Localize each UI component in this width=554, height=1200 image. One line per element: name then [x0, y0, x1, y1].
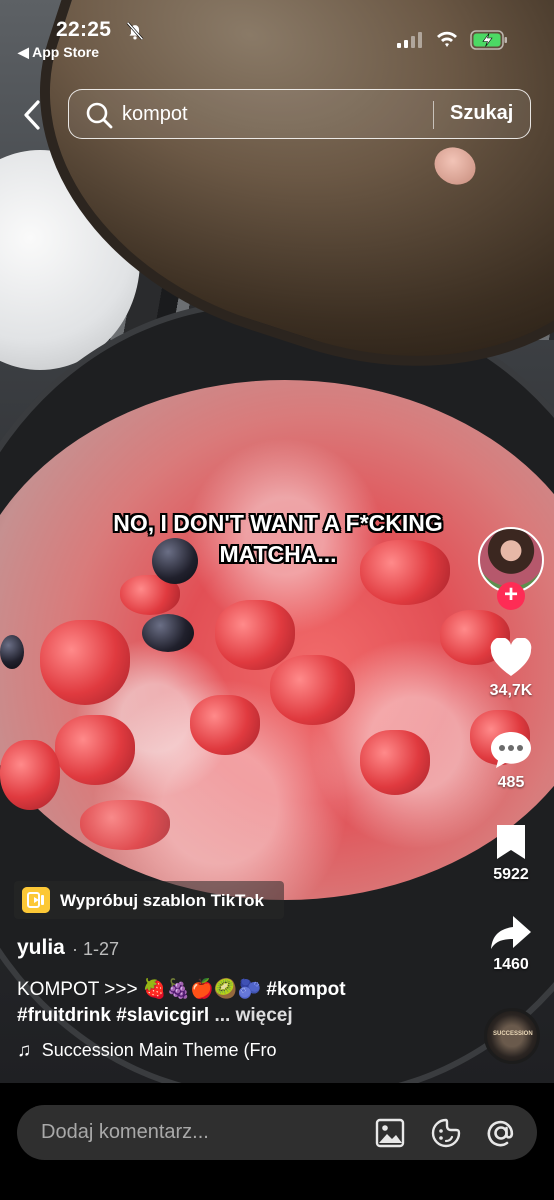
image-icon[interactable]: [374, 1117, 406, 1149]
music-note-icon: ♫: [17, 1040, 32, 1061]
video-caption-line-2: MATCHA...: [219, 541, 337, 567]
comment-placeholder: Dodaj komentarz...: [41, 1121, 209, 1143]
follow-button[interactable]: +: [497, 582, 525, 610]
music-disc[interactable]: SUCCESSION: [484, 1008, 540, 1064]
hashtag-line[interactable]: #fruitdrink #slavicgirl: [17, 1005, 209, 1026]
battery-charging-icon: [470, 30, 507, 50]
creator-avatar-group[interactable]: +: [478, 527, 544, 610]
bookmark-icon: [497, 825, 525, 859]
search-divider: [433, 101, 434, 129]
search-bar[interactable]: kompot Szukaj: [68, 89, 531, 139]
status-time: 22:25: [56, 18, 112, 41]
mention-icon[interactable]: [485, 1117, 517, 1149]
save-count: 5922: [493, 866, 529, 883]
search-button[interactable]: Szukaj: [450, 102, 513, 125]
search-input[interactable]: kompot: [122, 103, 188, 126]
like-count: 34,7K: [489, 682, 533, 699]
status-bar: 22:25 ◀ App Store: [0, 0, 554, 64]
post-date: · 1-27: [72, 939, 120, 959]
like-button[interactable]: 34,7K: [480, 638, 542, 700]
author-username[interactable]: yulia: [17, 936, 65, 960]
description-text: KOMPOT >>> 🍓🍇🍎🥝🫐: [17, 979, 262, 1000]
heart-icon: [490, 638, 532, 676]
hashtag-kompot[interactable]: #kompot: [266, 979, 345, 1000]
comment-bar: Dodaj komentarz...: [0, 1083, 554, 1200]
back-icon[interactable]: [18, 98, 46, 132]
wifi-icon: [437, 31, 457, 47]
comment-count: 485: [497, 774, 525, 791]
signal-icon: [397, 32, 422, 48]
music-title: Succession Main Theme (Fro: [41, 1040, 277, 1060]
template-icon: [22, 887, 50, 913]
video-caption: NO, I DON'T WANT A F*CKING MATCHA...: [78, 508, 478, 570]
video-caption-line-1: NO, I DON'T WANT A F*CKING: [113, 510, 443, 536]
share-arrow-icon: [491, 916, 531, 949]
back-to-app-store[interactable]: ◀ App Store: [18, 44, 99, 61]
music-info[interactable]: ♫ Succession Main Theme (Fro: [17, 1040, 307, 1064]
comment-button[interactable]: 485: [480, 730, 542, 792]
try-template-chip[interactable]: Wypróbuj szablon TikTok: [14, 881, 284, 919]
try-template-label: Wypróbuj szablon TikTok: [60, 891, 265, 910]
share-button[interactable]: 1460: [480, 912, 542, 974]
search-icon: [86, 102, 113, 129]
comment-input[interactable]: Dodaj komentarz...: [17, 1105, 537, 1160]
music-disc-label: SUCCESSION: [493, 1031, 533, 1037]
comment-icon: [491, 732, 531, 768]
emoji-sticker-icon[interactable]: [430, 1117, 462, 1149]
post-description[interactable]: KOMPOT >>> 🍓🍇🍎🥝🫐 #kompot #fruitdrink #sl…: [17, 977, 467, 1029]
bell-slash-icon: [126, 21, 144, 41]
save-button[interactable]: 5922: [480, 822, 542, 884]
share-count: 1460: [493, 956, 529, 973]
more-button[interactable]: ... więcej: [214, 1005, 292, 1026]
